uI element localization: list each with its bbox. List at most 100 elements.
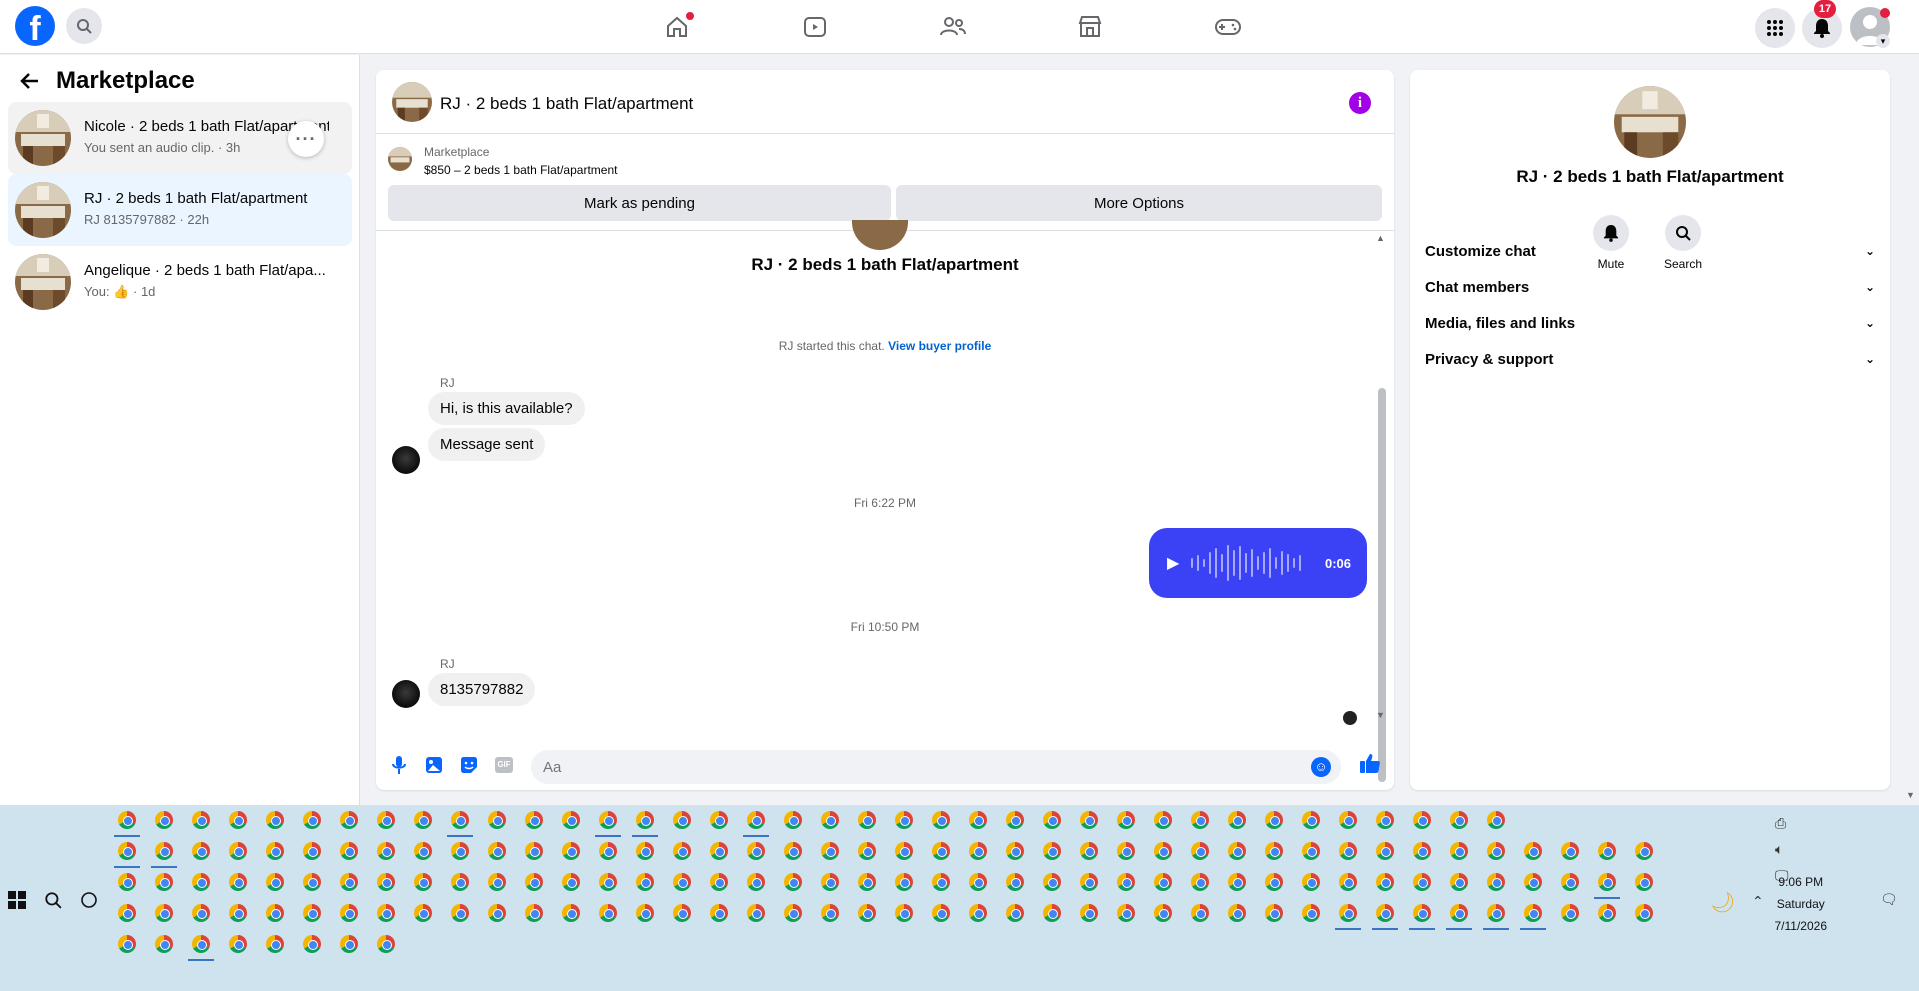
chrome-app-icon[interactable] — [632, 811, 658, 837]
scrollbar[interactable] — [1378, 388, 1386, 782]
chrome-app-icon[interactable] — [1117, 904, 1135, 922]
chrome-app-icon[interactable] — [821, 842, 839, 860]
search-button[interactable] — [66, 8, 102, 44]
nav-gaming[interactable] — [1211, 10, 1245, 44]
message-input[interactable] — [543, 750, 1303, 784]
chrome-app-icon[interactable] — [1006, 842, 1024, 860]
facebook-logo[interactable]: f — [15, 6, 55, 46]
chrome-app-icon[interactable] — [488, 842, 506, 860]
chrome-app-icon[interactable] — [562, 904, 580, 922]
chrome-app-icon[interactable] — [266, 811, 284, 829]
conversation-item-active[interactable]: RJ · 2 beds 1 bath Flat/apartment RJ 813… — [8, 174, 352, 246]
sticker-button[interactable] — [458, 754, 480, 776]
chrome-app-icon[interactable] — [1339, 811, 1357, 829]
chrome-app-icon[interactable] — [229, 842, 247, 860]
details-avatar[interactable] — [1614, 86, 1686, 158]
chrome-app-icon[interactable] — [192, 811, 210, 829]
chrome-app-icon[interactable] — [1228, 811, 1246, 829]
chrome-app-icon[interactable] — [1228, 904, 1246, 922]
chrome-app-icon[interactable] — [1376, 873, 1394, 891]
chrome-app-icon[interactable] — [969, 904, 987, 922]
chrome-app-icon[interactable] — [1446, 904, 1472, 930]
chrome-app-icon[interactable] — [1043, 842, 1061, 860]
chrome-app-icon[interactable] — [1080, 873, 1098, 891]
chrome-app-icon[interactable] — [447, 811, 473, 837]
nav-marketplace[interactable] — [1073, 10, 1107, 44]
chrome-app-icon[interactable] — [266, 842, 284, 860]
chrome-app-icon[interactable] — [1339, 842, 1357, 860]
chrome-app-icon[interactable] — [895, 811, 913, 829]
chrome-app-icon[interactable] — [488, 873, 506, 891]
chrome-app-icon[interactable] — [1302, 873, 1320, 891]
chrome-app-icon[interactable] — [1265, 904, 1283, 922]
chrome-app-icon[interactable] — [414, 842, 432, 860]
chrome-app-icon[interactable] — [229, 904, 247, 922]
message-bubble[interactable]: Hi, is this available? — [428, 392, 585, 425]
nav-video[interactable] — [798, 10, 832, 44]
menu-button[interactable] — [1755, 8, 1795, 48]
chrome-app-icon[interactable] — [1561, 842, 1579, 860]
audio-message[interactable]: ▶ 0:06 — [1149, 528, 1367, 598]
chrome-app-icon[interactable] — [821, 873, 839, 891]
chrome-app-icon[interactable] — [303, 811, 321, 829]
chrome-app-icon[interactable] — [858, 904, 876, 922]
chrome-app-icon[interactable] — [1376, 842, 1394, 860]
chrome-app-icon[interactable] — [895, 904, 913, 922]
chrome-app-icon[interactable] — [192, 873, 210, 891]
chrome-app-icon[interactable] — [488, 811, 506, 829]
chrome-app-icon[interactable] — [414, 904, 432, 922]
chrome-app-icon[interactable] — [377, 811, 395, 829]
chrome-app-icon[interactable] — [747, 842, 765, 860]
chrome-app-icon[interactable] — [1265, 842, 1283, 860]
conversation-more-button[interactable]: ··· — [288, 121, 324, 157]
chrome-app-icon[interactable] — [595, 811, 621, 837]
chrome-app-icon[interactable] — [229, 811, 247, 829]
chrome-app-icon[interactable] — [451, 842, 469, 860]
chrome-app-icon[interactable] — [599, 904, 617, 922]
chrome-app-icon[interactable] — [932, 842, 950, 860]
chrome-app-icon[interactable] — [1154, 873, 1172, 891]
chrome-app-icon[interactable] — [414, 873, 432, 891]
account-chevron-icon[interactable]: ▾ — [1876, 34, 1890, 48]
meet-now-icon[interactable]: ⎙ — [1775, 815, 1786, 832]
chrome-app-icon[interactable] — [895, 842, 913, 860]
chrome-app-icon[interactable] — [1228, 873, 1246, 891]
chrome-app-icon[interactable] — [1265, 811, 1283, 829]
chrome-app-icon[interactable] — [1561, 873, 1579, 891]
chrome-app-icon[interactable] — [673, 873, 691, 891]
message-bubble[interactable]: 8135797882 — [428, 673, 536, 706]
chrome-app-icon[interactable] — [229, 873, 247, 891]
chrome-app-icon[interactable] — [969, 811, 987, 829]
chrome-app-icon[interactable] — [1594, 873, 1620, 899]
chrome-app-icon[interactable] — [1635, 873, 1653, 891]
view-buyer-profile-link[interactable]: View buyer profile — [888, 339, 991, 353]
chrome-app-icon[interactable] — [1520, 904, 1546, 930]
emoji-icon[interactable]: ☺ — [1311, 757, 1331, 777]
chrome-app-icon[interactable] — [377, 842, 395, 860]
chrome-app-icon[interactable] — [1006, 811, 1024, 829]
chrome-app-icon[interactable] — [1450, 842, 1468, 860]
chrome-app-icon[interactable] — [155, 904, 173, 922]
back-button[interactable] — [18, 69, 42, 98]
chrome-app-icon[interactable] — [1598, 842, 1616, 860]
chrome-app-icon[interactable] — [1339, 873, 1357, 891]
chrome-app-icon[interactable] — [340, 904, 358, 922]
chrome-app-icon[interactable] — [266, 873, 284, 891]
chrome-app-icon[interactable] — [266, 904, 284, 922]
chrome-app-icon[interactable] — [858, 842, 876, 860]
chrome-app-icon[interactable] — [118, 904, 136, 922]
gif-button[interactable]: GIF — [493, 754, 515, 776]
play-icon[interactable]: ▶ — [1167, 553, 1179, 573]
chrome-app-icon[interactable] — [1487, 842, 1505, 860]
chrome-app-icon[interactable] — [710, 904, 728, 922]
chrome-app-icon[interactable] — [1191, 842, 1209, 860]
chrome-app-icon[interactable] — [1450, 811, 1468, 829]
chrome-app-icon[interactable] — [1483, 904, 1509, 930]
chrome-app-icon[interactable] — [743, 811, 769, 837]
chevron-up-icon[interactable]: ⌃ — [1752, 893, 1764, 910]
microphone-button[interactable] — [388, 754, 410, 776]
chrome-app-icon[interactable] — [821, 904, 839, 922]
chrome-app-icon[interactable] — [673, 842, 691, 860]
chrome-app-icon[interactable] — [932, 873, 950, 891]
chrome-app-icon[interactable] — [1413, 811, 1431, 829]
